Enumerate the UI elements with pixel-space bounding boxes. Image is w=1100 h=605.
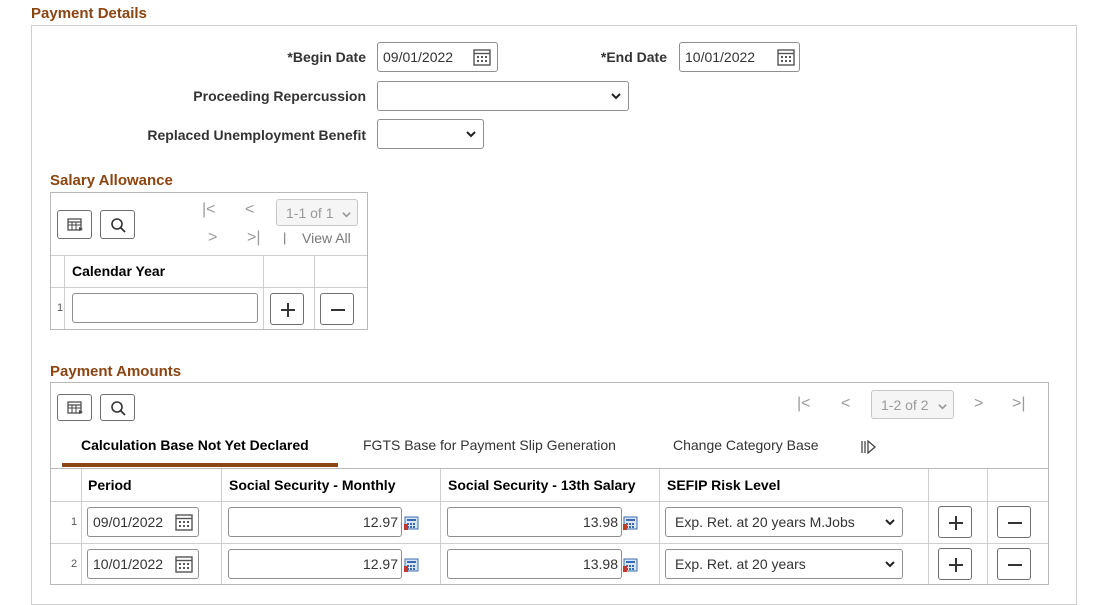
- period-value: 09/01/2022: [93, 514, 164, 530]
- grid-personalize-button[interactable]: [57, 210, 92, 239]
- sefip-risk-value: Exp. Ret. at 20 years: [675, 556, 806, 572]
- grid-personalize-icon: [67, 218, 83, 231]
- period-header: Period: [88, 477, 132, 493]
- chevron-down-icon: [885, 561, 895, 568]
- begin-date-field[interactable]: 09/01/2022: [377, 42, 498, 72]
- row-number: 2: [71, 558, 78, 570]
- replaced-unemployment-benefit-label: Replaced Unemployment Benefit: [147, 127, 366, 143]
- calendar-icon[interactable]: [777, 48, 795, 66]
- search-icon: [111, 401, 126, 416]
- first-page-icon[interactable]: |<: [202, 201, 216, 219]
- row-number: 1: [57, 302, 64, 314]
- payment-amounts-pager[interactable]: 1-2 of 2: [871, 390, 954, 419]
- sefip-risk-header: SEFIP Risk Level: [667, 477, 781, 493]
- end-date-label: *End Date: [600, 49, 667, 65]
- next-page-icon[interactable]: >: [208, 229, 217, 247]
- replaced-unemployment-benefit-select[interactable]: [377, 119, 484, 149]
- active-tab-underline: [62, 463, 338, 467]
- begin-date-label: *Begin Date: [287, 49, 366, 65]
- grid-personalize-button[interactable]: [57, 394, 92, 421]
- section-title: Payment Details: [31, 5, 147, 22]
- grid-personalize-icon: [67, 401, 83, 414]
- ss-monthly-header: Social Security - Monthly: [229, 477, 396, 493]
- add-row-button[interactable]: [938, 506, 972, 538]
- period-field[interactable]: 09/01/2022: [87, 507, 199, 537]
- ss-monthly-input[interactable]: 12.97: [228, 549, 402, 579]
- minus-icon: [1008, 564, 1022, 566]
- search-button[interactable]: [100, 394, 135, 421]
- salary-allowance-pager[interactable]: 1-1 of 1: [276, 199, 358, 226]
- sefip-risk-value: Exp. Ret. at 20 years M.Jobs: [675, 514, 855, 530]
- ss-monthly-input[interactable]: 12.97: [228, 507, 402, 537]
- tab-fgts-base[interactable]: FGTS Base for Payment Slip Generation: [363, 437, 616, 453]
- end-date-value: 10/01/2022: [685, 49, 756, 65]
- begin-date-value: 09/01/2022: [383, 49, 454, 65]
- view-all-separator: |: [283, 230, 287, 245]
- tab-change-category-base[interactable]: Change Category Base: [673, 437, 819, 453]
- show-all-tabs-icon[interactable]: [860, 440, 876, 454]
- last-page-icon[interactable]: >|: [247, 229, 261, 247]
- calendar-icon[interactable]: [175, 513, 193, 531]
- plus-icon: [281, 303, 295, 317]
- search-icon: [111, 218, 126, 233]
- minus-icon: [331, 309, 345, 311]
- prev-page-icon[interactable]: <: [841, 395, 850, 413]
- sefip-risk-select[interactable]: Exp. Ret. at 20 years M.Jobs: [665, 507, 903, 537]
- minus-icon: [1008, 522, 1022, 524]
- salary-allowance-title: Salary Allowance: [50, 172, 173, 189]
- delete-row-button[interactable]: [320, 293, 354, 325]
- next-page-icon[interactable]: >: [974, 395, 983, 413]
- payment-amounts-title: Payment Amounts: [50, 363, 182, 380]
- add-row-button[interactable]: [270, 293, 304, 325]
- plus-icon: [949, 558, 963, 572]
- add-row-button[interactable]: [938, 548, 972, 580]
- period-field[interactable]: 10/01/2022: [87, 549, 199, 579]
- view-all-link[interactable]: View All: [302, 230, 351, 246]
- ss-13th-header: Social Security - 13th Salary: [448, 477, 636, 493]
- ss-13th-input[interactable]: 13.98: [447, 549, 622, 579]
- calendar-icon[interactable]: [473, 48, 491, 66]
- prev-page-icon[interactable]: <: [245, 201, 254, 219]
- calculator-icon[interactable]: [623, 558, 638, 572]
- period-value: 10/01/2022: [93, 556, 164, 572]
- end-date-field[interactable]: 10/01/2022: [679, 42, 800, 72]
- last-page-icon[interactable]: >|: [1012, 395, 1026, 413]
- search-button[interactable]: [100, 210, 135, 239]
- pager-text: 1-2 of 2: [881, 397, 929, 413]
- row-number: 1: [71, 516, 78, 528]
- pager-text: 1-1 of 1: [286, 205, 334, 221]
- calculator-icon[interactable]: [404, 516, 419, 530]
- calculator-icon[interactable]: [623, 516, 638, 530]
- calendar-year-header: Calendar Year: [72, 263, 166, 279]
- calendar-icon[interactable]: [175, 555, 193, 573]
- ss-13th-input[interactable]: 13.98: [447, 507, 622, 537]
- first-page-icon[interactable]: |<: [797, 395, 811, 413]
- chevron-down-icon: [885, 519, 895, 526]
- delete-row-button[interactable]: [997, 506, 1031, 538]
- calendar-year-input[interactable]: [72, 293, 258, 323]
- proceeding-repercussion-label: Proceeding Repercussion: [193, 88, 366, 104]
- plus-icon: [949, 516, 963, 530]
- tab-calculation-base[interactable]: Calculation Base Not Yet Declared: [81, 437, 309, 453]
- proceeding-repercussion-select[interactable]: [377, 81, 629, 111]
- chevron-down-icon: [938, 404, 947, 410]
- sefip-risk-select[interactable]: Exp. Ret. at 20 years: [665, 549, 903, 579]
- calculator-icon[interactable]: [404, 558, 419, 572]
- chevron-down-icon: [611, 93, 621, 100]
- delete-row-button[interactable]: [997, 548, 1031, 580]
- chevron-down-icon: [466, 131, 476, 138]
- chevron-down-icon: [342, 212, 351, 218]
